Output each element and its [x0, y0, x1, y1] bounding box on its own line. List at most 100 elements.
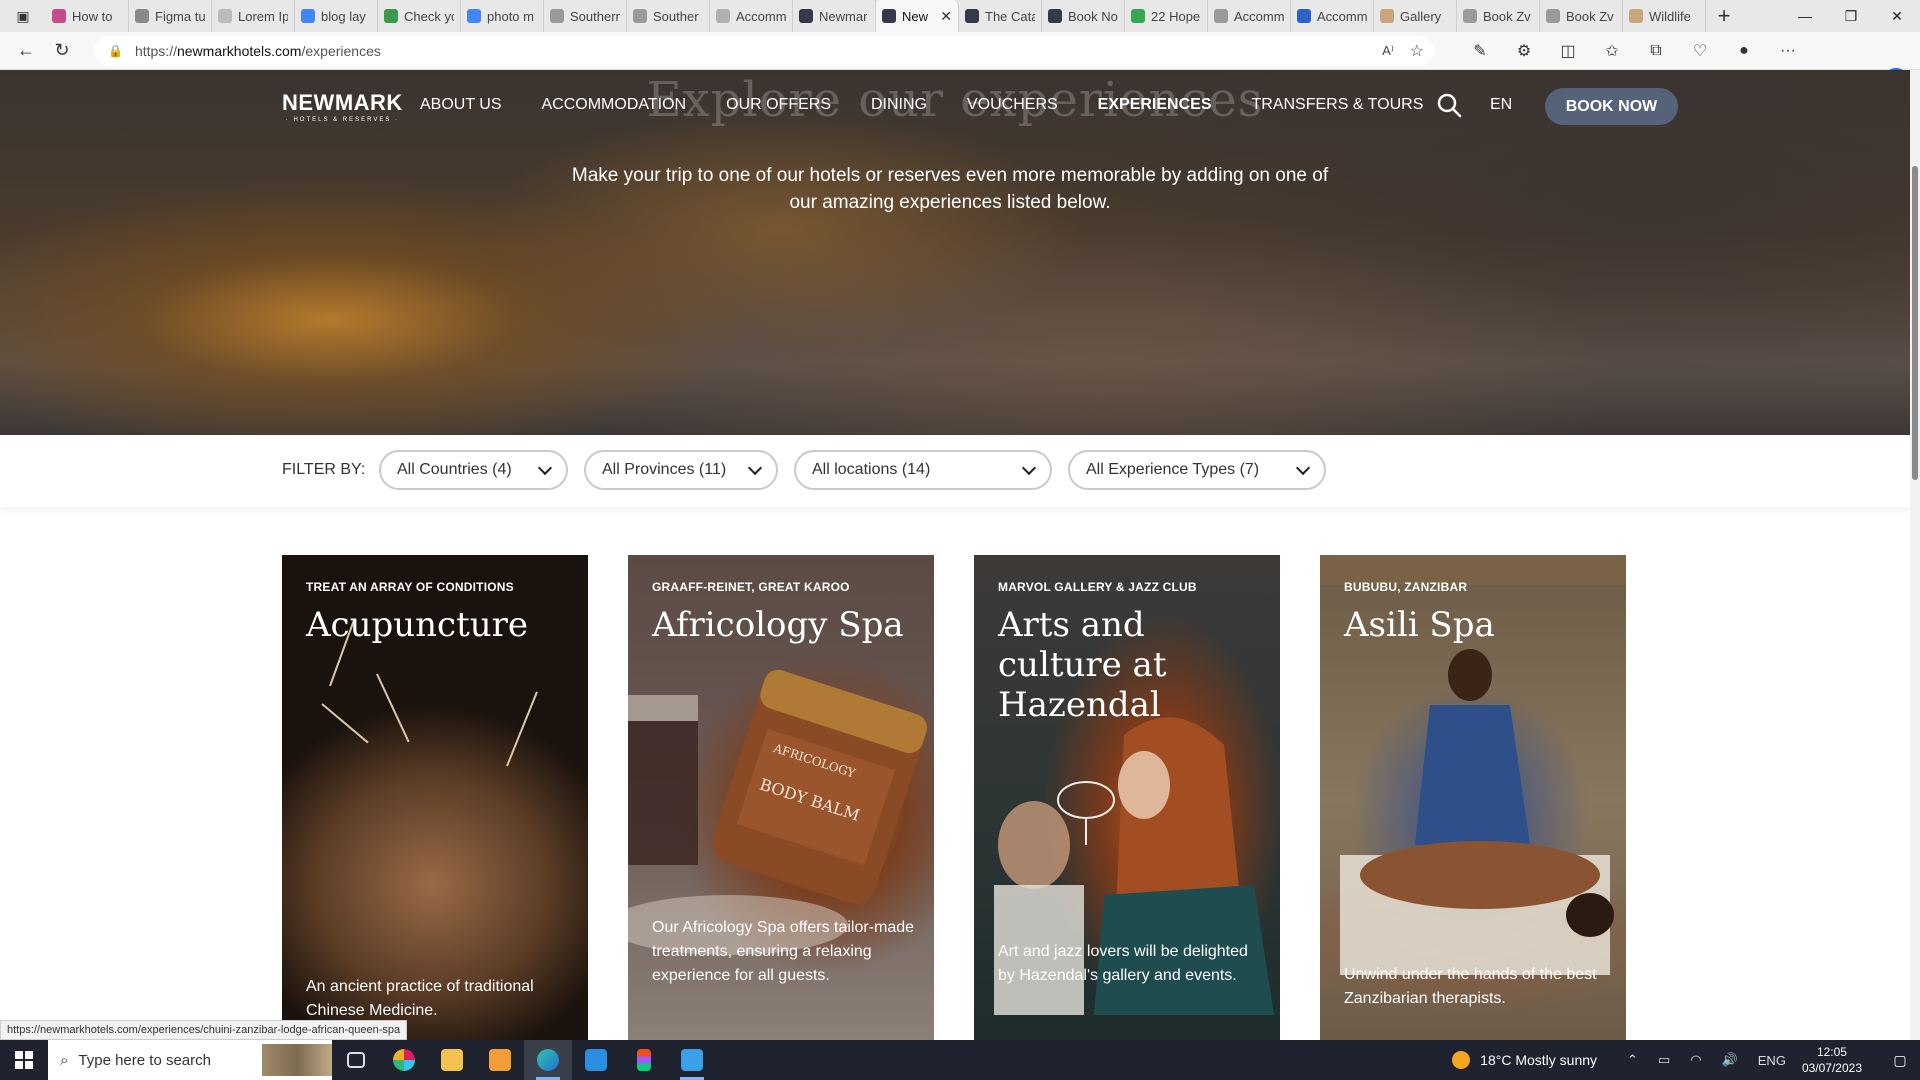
browser-tab[interactable]: Lorem Ip: [212, 0, 295, 32]
browser-tab[interactable]: Newmar: [793, 0, 876, 32]
browser-tab[interactable]: Souther: [627, 0, 710, 32]
tab-list: How to Figma tu Lorem Ip blog lay Check yc ph…: [46, 0, 1706, 32]
task-view-icon[interactable]: [332, 1040, 380, 1080]
close-window-icon[interactable]: ✕: [1874, 0, 1920, 32]
newmark-logo[interactable]: NEWMARK · HOTELS & RESERVES ·: [282, 90, 403, 123]
nav-link-our-offers[interactable]: OUR OFFERS: [726, 96, 831, 114]
edge-browser-icon[interactable]: [524, 1040, 572, 1080]
page-scrollbar[interactable]: [1910, 70, 1920, 1040]
browser-tab[interactable]: Accomm: [1291, 0, 1374, 32]
tab-title: blog lay: [321, 8, 366, 24]
collections-icon[interactable]: ⧉: [1634, 35, 1678, 67]
experience-card-asili-spa[interactable]: BUBUBU, ZANZIBAR Asili Spa Unwind under …: [1320, 555, 1626, 1040]
tab-title: Accomm: [1317, 8, 1367, 24]
browser-tab[interactable]: Accomm: [710, 0, 793, 32]
tab-actions-icon[interactable]: ▣: [0, 0, 46, 32]
browser-tab[interactable]: Book No: [1042, 0, 1125, 32]
browser-toolbar: ✎ ⚙ ◫ ✩ ⧉ ♡ ● ···: [1458, 35, 1810, 67]
filter-experience-types-dropdown[interactable]: All Experience Types (7): [1068, 450, 1326, 490]
nav-link-accommodation[interactable]: ACCOMMODATION: [542, 96, 687, 114]
windows-start-icon[interactable]: [0, 1040, 48, 1080]
filter-provinces-dropdown[interactable]: All Provinces (11): [584, 450, 778, 490]
filter-value: All Experience Types (7): [1086, 461, 1260, 478]
taskbar-search-field[interactable]: ⌕ Type here to search: [48, 1040, 332, 1080]
experience-card-grid: TREAT AN ARRAY OF CONDITIONS Acupuncture…: [282, 555, 1632, 1040]
nav-link-about-us[interactable]: ABOUT US: [420, 96, 502, 114]
favorites-icon[interactable]: ✩: [1590, 35, 1634, 67]
needle-image: [506, 691, 538, 767]
scrollbar-thumb[interactable]: [1912, 166, 1918, 480]
show-hidden-icons-icon[interactable]: ⌃: [1627, 1052, 1638, 1068]
filter-value: All locations (14): [812, 461, 931, 478]
url-field[interactable]: 🔒 https://newmarkhotels.com/experiences …: [94, 35, 1434, 66]
browser-tab[interactable]: How to: [46, 0, 129, 32]
tab-favicon-icon: [799, 9, 813, 23]
input-language[interactable]: ENG: [1758, 1053, 1786, 1068]
tab-title: Accomm: [736, 8, 786, 24]
language-selector[interactable]: EN: [1490, 96, 1512, 114]
filter-countries-dropdown[interactable]: All Countries (4): [379, 450, 568, 490]
maximize-icon[interactable]: ❐: [1828, 0, 1874, 32]
filter-locations-dropdown[interactable]: All locations (14): [794, 450, 1052, 490]
browser-tab[interactable]: 22 Hope: [1125, 0, 1208, 32]
performance-icon[interactable]: ♡: [1678, 35, 1722, 67]
browser-tab[interactable]: blog lay: [295, 0, 378, 32]
tab-favicon-icon: [135, 9, 149, 23]
file-explorer-icon[interactable]: [428, 1040, 476, 1080]
notifications-icon[interactable]: ▢: [1880, 1052, 1920, 1069]
read-aloud-icon[interactable]: A⁾: [1382, 43, 1394, 59]
browser-tab[interactable]: Check yc: [378, 0, 461, 32]
browser-tab-active[interactable]: New ✕: [876, 0, 959, 32]
extensions-icon[interactable]: ⚙: [1502, 35, 1546, 67]
search-icon[interactable]: [1436, 92, 1462, 118]
vscode-icon[interactable]: [572, 1040, 620, 1080]
split-screen-icon[interactable]: ◫: [1546, 35, 1590, 67]
book-now-button[interactable]: BOOK NOW: [1545, 88, 1678, 125]
profile-avatar[interactable]: ●: [1722, 35, 1766, 67]
search-icon: ⌕: [60, 1051, 69, 1069]
browser-tab[interactable]: Gallery: [1374, 0, 1457, 32]
tab-title: Book No: [1068, 8, 1118, 24]
browser-tab[interactable]: photo m: [461, 0, 544, 32]
more-menu-icon[interactable]: ···: [1766, 35, 1810, 67]
taskbar-clock[interactable]: 12:05 03/07/2023: [1802, 1044, 1862, 1076]
refresh-icon[interactable]: ↻: [44, 35, 80, 67]
wifi-icon[interactable]: ◠: [1690, 1052, 1701, 1068]
browser-tab[interactable]: Book Zv: [1457, 0, 1540, 32]
nav-link-vouchers[interactable]: VOUCHERS: [967, 96, 1058, 114]
weather-sun-icon: [1452, 1051, 1471, 1069]
browser-tab[interactable]: Figma tu: [129, 0, 212, 32]
volume-icon[interactable]: 🔊: [1722, 1052, 1738, 1068]
browser-tab[interactable]: Southern: [544, 0, 627, 32]
tab-title: Accomm: [1234, 8, 1284, 24]
photos-icon[interactable]: [668, 1040, 716, 1080]
experience-card-africology-spa[interactable]: AFRICOLOGY BODY BALM GRAAFF-REINET, GREA…: [628, 555, 934, 1040]
nav-link-transfers-tours[interactable]: TRANSFERS & TOURS: [1251, 96, 1423, 114]
tab-title: How to: [72, 8, 113, 24]
slack-icon[interactable]: [380, 1040, 428, 1080]
browser-tab[interactable]: Wildlife: [1623, 0, 1706, 32]
tab-close-icon[interactable]: ✕: [940, 8, 952, 25]
new-tab-button[interactable]: +: [1706, 0, 1742, 32]
browser-tab[interactable]: The Cata: [959, 0, 1042, 32]
favorite-star-icon[interactable]: ☆: [1410, 41, 1424, 61]
clock-date: 03/07/2023: [1801, 1061, 1862, 1075]
experience-card-acupuncture[interactable]: TREAT AN ARRAY OF CONDITIONS Acupuncture…: [282, 555, 588, 1040]
lock-icon[interactable]: 🔒: [108, 44, 123, 58]
back-icon[interactable]: ←: [8, 35, 44, 67]
browser-tab[interactable]: Book Zv: [1540, 0, 1623, 32]
extension-pen-icon[interactable]: ✎: [1458, 35, 1502, 67]
minimize-icon[interactable]: —: [1782, 0, 1828, 32]
meet-now-icon[interactable]: ▭: [1658, 1052, 1670, 1068]
needle-image: [321, 703, 369, 744]
nav-link-experiences[interactable]: EXPERIENCES: [1098, 96, 1212, 114]
card-title: Acupuncture: [306, 605, 529, 645]
figma-icon[interactable]: [620, 1040, 668, 1080]
experience-card-arts-culture-hazendal[interactable]: MARVOL GALLERY & JAZZ CLUB Arts and cult…: [974, 555, 1280, 1040]
sublime-text-icon[interactable]: [476, 1040, 524, 1080]
nav-link-dining[interactable]: DINING: [871, 96, 927, 114]
tab-title: 22 Hope: [1151, 8, 1201, 24]
browser-tab[interactable]: Accomm: [1208, 0, 1291, 32]
site-header: NEWMARK · HOTELS & RESERVES · ABOUT US AC…: [0, 70, 1910, 140]
weather-widget[interactable]: 18°C Mostly sunny: [1452, 1051, 1597, 1069]
